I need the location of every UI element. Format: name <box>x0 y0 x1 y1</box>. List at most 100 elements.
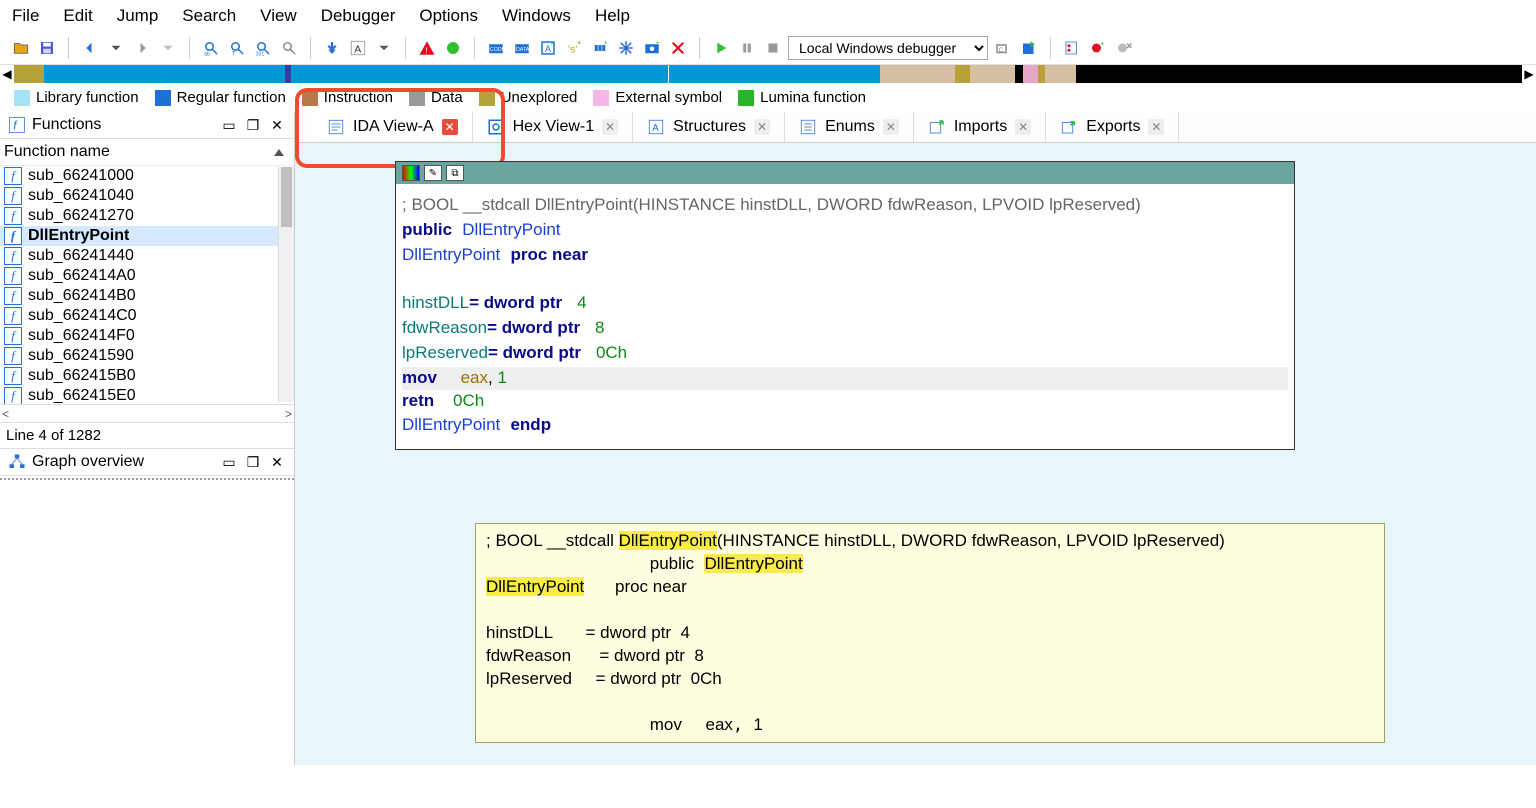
navigation-band[interactable] <box>14 65 1522 83</box>
disassembly-node[interactable]: ✎ ⧉ ; BOOL __stdcall DllEntryPoint(HINST… <box>395 161 1295 450</box>
view-tabs: IDA View-A ✕ Hex View-1 ✕ A Structures ✕… <box>295 112 1536 143</box>
search-text-button[interactable]: ab <box>200 37 222 59</box>
snowflake-button[interactable] <box>615 37 637 59</box>
data-button[interactable]: DATA <box>511 37 533 59</box>
function-row[interactable]: fsub_662414A0 <box>0 266 294 286</box>
search-again-button[interactable] <box>278 37 300 59</box>
function-row[interactable]: fsub_662414F0 <box>0 326 294 346</box>
functions-scrollbar[interactable] <box>278 167 294 402</box>
tooltip-hint: ; BOOL __stdcall DllEntryPoint(HINSTANCE… <box>475 523 1385 743</box>
enums-icon <box>799 118 817 136</box>
string-button[interactable]: 's'+ <box>563 37 585 59</box>
panel-maximize-icon[interactable]: ▭ <box>220 116 238 134</box>
functions-list[interactable]: fsub_66241000fsub_66241040fsub_66241270f… <box>0 166 294 404</box>
graph-close-icon[interactable]: ✕ <box>268 453 286 471</box>
node-group-icon[interactable]: ⧉ <box>446 165 464 181</box>
struct-button[interactable]: A+ <box>537 37 559 59</box>
toolbar: ab T 101 A ! CODE DATA A+ 's'+ + + Local… <box>0 32 1536 65</box>
forward-button[interactable] <box>131 37 153 59</box>
menu-jump[interactable]: Jump <box>117 6 159 26</box>
function-row[interactable]: fsub_662415B0 <box>0 366 294 386</box>
panel-close-icon[interactable]: ✕ <box>268 116 286 134</box>
breakpoint-clear-button[interactable] <box>1113 37 1135 59</box>
function-row[interactable]: fsub_66241590 <box>0 346 294 366</box>
debug-stop-button[interactable] <box>762 37 784 59</box>
menu-view[interactable]: View <box>260 6 297 26</box>
array-button[interactable]: + <box>589 37 611 59</box>
menu-debugger[interactable]: Debugger <box>321 6 396 26</box>
legend-regular: Regular function <box>177 89 286 106</box>
function-row[interactable]: fsub_66241040 <box>0 186 294 206</box>
tab-structures[interactable]: A Structures ✕ <box>633 112 785 142</box>
nav-left-icon[interactable]: ◀ <box>0 65 14 83</box>
graph-title: Graph overview <box>32 453 214 471</box>
disassembly-code[interactable]: ; BOOL __stdcall DllEntryPoint(HINSTANCE… <box>396 184 1294 449</box>
tab-exports[interactable]: Exports ✕ <box>1046 112 1179 142</box>
back-button[interactable] <box>79 37 101 59</box>
function-row[interactable]: fsub_66241440 <box>0 246 294 266</box>
save-button[interactable] <box>36 37 58 59</box>
open-button[interactable] <box>10 37 32 59</box>
function-row[interactable]: fsub_66241270 <box>0 206 294 226</box>
panel-restore-icon[interactable]: ❐ <box>244 116 262 134</box>
graph-maximize-icon[interactable]: ▭ <box>220 453 238 471</box>
svg-text:+: + <box>550 42 554 48</box>
debugger-select[interactable]: Local Windows debugger <box>788 36 988 60</box>
functions-hscroll[interactable]: <> <box>0 404 294 422</box>
graph-overview-canvas[interactable] <box>0 482 294 765</box>
node-color-icon[interactable] <box>402 165 420 181</box>
svg-text:+: + <box>577 39 582 47</box>
warning-icon[interactable]: ! <box>416 37 438 59</box>
back-dropdown[interactable] <box>105 37 127 59</box>
menu-help[interactable]: Help <box>595 6 630 26</box>
menu-bar: File Edit Jump Search View Debugger Opti… <box>0 0 1536 32</box>
code-button[interactable]: CODE <box>485 37 507 59</box>
imports-icon <box>928 118 946 136</box>
jump-down-button[interactable] <box>321 37 343 59</box>
node-edit-icon[interactable]: ✎ <box>424 165 442 181</box>
svg-text:!: ! <box>426 46 428 55</box>
delete-button[interactable] <box>667 37 689 59</box>
font-button[interactable]: A <box>347 37 369 59</box>
tab-close-icon[interactable]: ✕ <box>602 119 618 135</box>
run-indicator-icon[interactable] <box>442 37 464 59</box>
tab-close-icon[interactable]: ✕ <box>754 119 770 135</box>
tab-close-icon[interactable]: ✕ <box>442 119 458 135</box>
menu-file[interactable]: File <box>12 6 39 26</box>
breakpoints-button[interactable] <box>1061 37 1083 59</box>
function-icon: f <box>4 207 22 225</box>
search-type-button[interactable]: T <box>226 37 248 59</box>
forward-dropdown[interactable] <box>157 37 179 59</box>
debug-attach-button[interactable]: C <box>992 37 1014 59</box>
tab-ida-view[interactable]: IDA View-A ✕ <box>313 112 473 142</box>
search-bytes-button[interactable]: 101 <box>252 37 274 59</box>
functions-status: Line 4 of 1282 <box>0 422 294 448</box>
functions-column-header[interactable]: Function name <box>0 139 294 166</box>
menu-options[interactable]: Options <box>419 6 478 26</box>
tab-close-icon[interactable]: ✕ <box>1015 119 1031 135</box>
tab-close-icon[interactable]: ✕ <box>883 119 899 135</box>
function-row[interactable]: fsub_662415E0 <box>0 386 294 404</box>
debug-pause-button[interactable] <box>736 37 758 59</box>
function-name: sub_662414C0 <box>28 307 137 325</box>
nav-right-icon[interactable]: ▶ <box>1522 65 1536 83</box>
tab-close-icon[interactable]: ✕ <box>1148 119 1164 135</box>
function-row[interactable]: fDllEntryPoint <box>0 226 294 246</box>
tab-hex-view[interactable]: Hex View-1 ✕ <box>473 112 634 142</box>
graph-restore-icon[interactable]: ❐ <box>244 453 262 471</box>
tab-enums[interactable]: Enums ✕ <box>785 112 914 142</box>
menu-windows[interactable]: Windows <box>502 6 571 26</box>
legend-unexplored: Unexplored <box>501 89 578 106</box>
exports-icon <box>1060 118 1078 136</box>
function-row[interactable]: fsub_662414B0 <box>0 286 294 306</box>
debug-run-button[interactable] <box>710 37 732 59</box>
screenshot-button[interactable]: + <box>641 37 663 59</box>
menu-edit[interactable]: Edit <box>63 6 92 26</box>
debug-process-button[interactable] <box>1018 37 1040 59</box>
breakpoint-toggle-button[interactable]: + <box>1087 37 1109 59</box>
menu-search[interactable]: Search <box>182 6 236 26</box>
function-row[interactable]: fsub_662414C0 <box>0 306 294 326</box>
tab-imports[interactable]: Imports ✕ <box>914 112 1046 142</box>
font-dropdown[interactable] <box>373 37 395 59</box>
function-row[interactable]: fsub_66241000 <box>0 166 294 186</box>
